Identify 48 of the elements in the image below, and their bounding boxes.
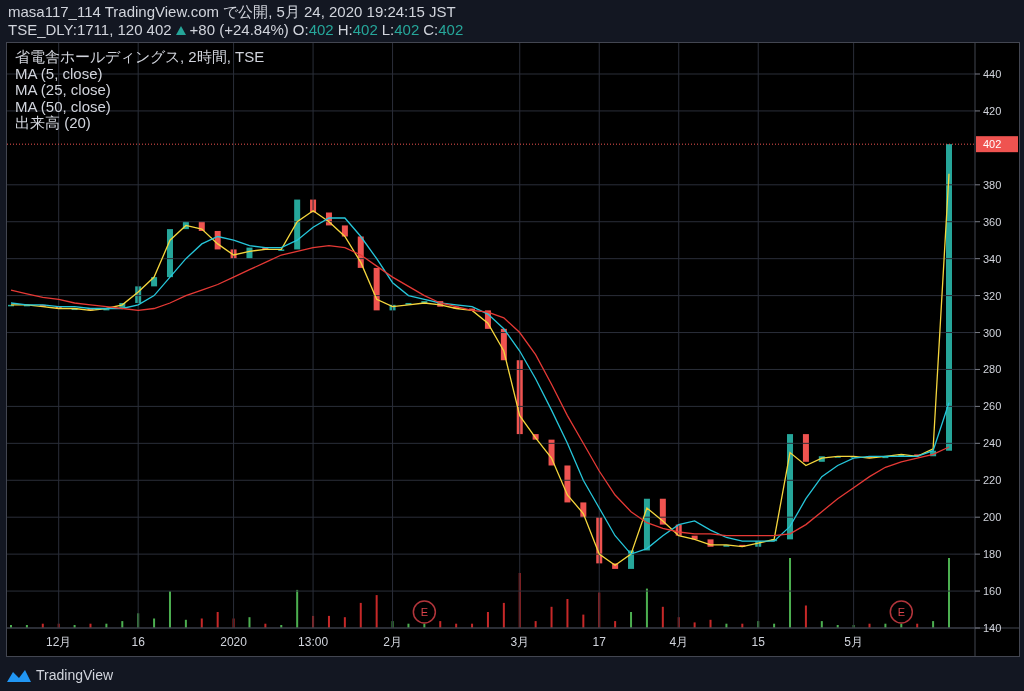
- last-price: 402: [146, 21, 172, 39]
- price-axis-label: 320: [983, 289, 1002, 302]
- legend-indicator: MA (5, close): [15, 65, 104, 82]
- price-axis-label: 180: [983, 548, 1002, 561]
- price-axis-label: 160: [983, 585, 1002, 598]
- legend-indicator: MA (50, close): [15, 98, 112, 115]
- price-axis-label: 420: [983, 104, 1002, 117]
- price-change: +80 (+24.84%): [189, 21, 289, 39]
- earnings-marker[interactable]: E: [412, 600, 437, 624]
- time-axis-label: 17: [592, 635, 606, 649]
- price-axis-label: 140: [983, 622, 1002, 634]
- time-axis-label: 5月: [844, 635, 863, 649]
- last-price-badge: 402: [976, 136, 1018, 153]
- brand-name: TradingView: [36, 667, 114, 683]
- up-triangle-icon: [175, 25, 186, 35]
- price-axis-label: 440: [983, 68, 1002, 80]
- time-axis-label: 4月: [669, 635, 689, 649]
- price-axis-label: 360: [983, 215, 1002, 228]
- ohlc-label: O:: [292, 21, 309, 39]
- legend-title: 省電舎ホールディングス, 2時間, TSE: [15, 49, 265, 66]
- legend-indicator: MA (25, close): [15, 82, 112, 99]
- price-axis-label: 220: [983, 474, 1002, 487]
- legend-indicator: 出来高 (20): [15, 115, 91, 132]
- ohlc-value: 402: [394, 21, 420, 39]
- price-axis-label: 380: [983, 178, 1002, 191]
- price-axis-label: 280: [983, 363, 1002, 376]
- time-axis-label: 13:00: [298, 635, 329, 649]
- price-axis-label: 200: [983, 511, 1002, 524]
- ohlc-label: H:: [337, 21, 353, 39]
- price-axis-label: 240: [983, 437, 1002, 450]
- time-axis-label: 2020: [220, 635, 247, 649]
- ref-line-label: 402: [983, 138, 1002, 151]
- ohlc-value: 402: [438, 21, 464, 39]
- price-axis-label: 300: [983, 326, 1002, 339]
- price-axis-label: 260: [983, 400, 1002, 413]
- price-axis-label: 340: [983, 252, 1002, 265]
- time-axis-label: 15: [751, 635, 765, 649]
- ohlc-label: C:: [423, 21, 439, 39]
- time-axis-label: 2月: [383, 635, 402, 649]
- publish-info: masa117_114 TradingView.com で公開, 5月 24, 2020 19:24:15 JST: [8, 3, 456, 21]
- symbol-info: TSE_DLY:1711, 120: [8, 21, 143, 39]
- time-axis-label: 12月: [46, 635, 72, 649]
- time-axis-label: 16: [131, 635, 145, 649]
- time-axis-label: 3月: [510, 635, 530, 649]
- earnings-marker[interactable]: E: [889, 600, 914, 624]
- ohlc-label: L:: [381, 21, 395, 39]
- ohlc-value: 402: [308, 21, 334, 39]
- ohlc-value: 402: [352, 21, 378, 39]
